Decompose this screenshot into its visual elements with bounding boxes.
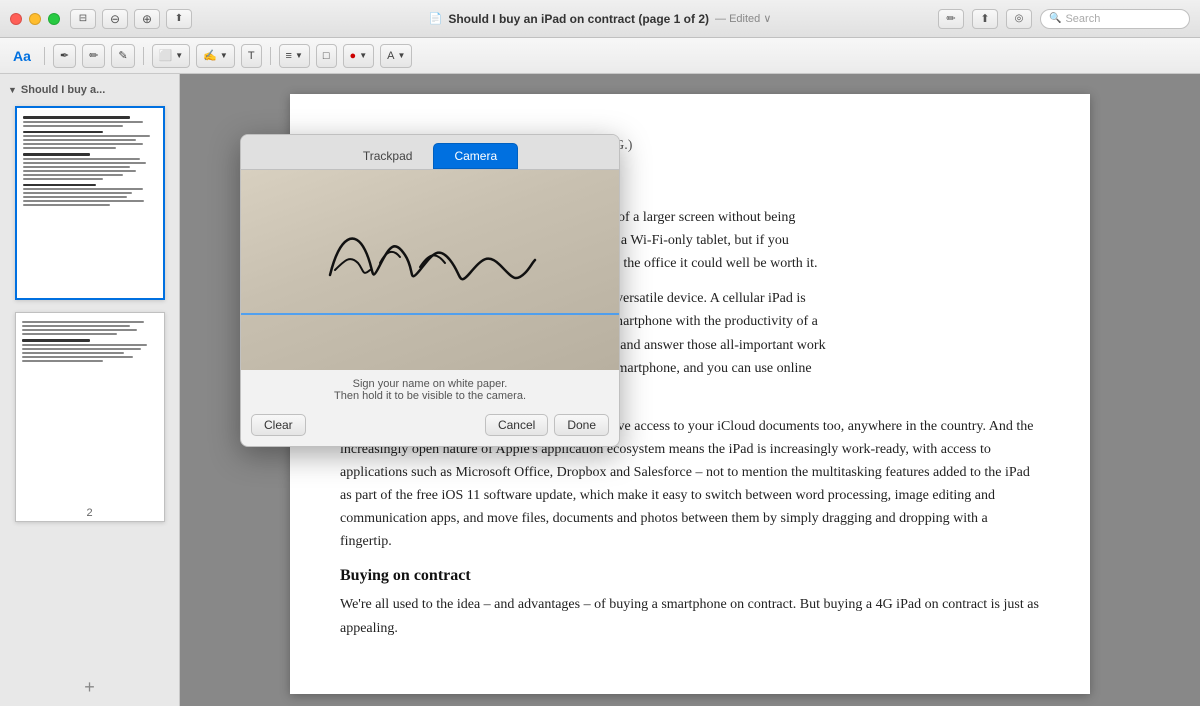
annotate-tool[interactable]: ✎ — [111, 44, 134, 68]
doc-area: tion your iPad will use if it cannot loc… — [180, 74, 1200, 706]
size-icon: A — [387, 50, 394, 62]
page-thumbnail-1[interactable] — [15, 106, 165, 300]
window-title: Should I buy an iPad on contract (page 1… — [448, 12, 709, 26]
cancel-button[interactable]: Cancel — [485, 414, 548, 436]
title-bar: ⊟ ⊖ ⊕ ⬆ 📄 Should I buy an iPad on contra… — [0, 0, 1200, 38]
sig-tabs: Trackpad Camera — [241, 135, 619, 170]
page-thumbnail-2[interactable]: 2 — [15, 312, 165, 522]
shape-tool[interactable]: □ — [316, 44, 337, 68]
doc-heading-contract: Buying on contract — [340, 567, 1040, 585]
add-page-button[interactable]: + — [84, 677, 95, 698]
paper-background — [241, 170, 619, 370]
title-bar-right: ✏ ⬆ ◎ 🔍 Search — [938, 9, 1190, 29]
signature-icon: ✍ — [203, 49, 217, 62]
sidebar-header: ▼ Should I buy a... — [4, 82, 175, 102]
document-icon: 📄 — [429, 12, 443, 25]
page-2-number: 2 — [16, 503, 164, 521]
stamp-dropdown-icon: ▼ — [175, 51, 183, 60]
signature-baseline — [241, 313, 619, 315]
pen-icon: ✒ — [60, 49, 69, 62]
search-box[interactable]: 🔍 Search — [1040, 9, 1190, 29]
done-button[interactable]: Done — [554, 414, 609, 436]
thumb-inner-1 — [17, 108, 163, 298]
camera-content — [241, 170, 619, 370]
sidebar-toggle-button[interactable]: ⊟ — [70, 9, 96, 29]
stamp-tool[interactable]: ⬜ ▼ — [152, 44, 191, 68]
airdrop-button[interactable]: ◎ — [1006, 9, 1032, 29]
sig-instructions: Sign your name on white paper. Then hold… — [241, 370, 619, 408]
align-icon: ≡ — [286, 50, 292, 62]
highlight-tool[interactable]: ✏ — [82, 44, 105, 68]
close-button[interactable] — [10, 13, 22, 25]
doc-para-4: We're all used to the idea – and advanta… — [340, 593, 1040, 639]
share-sheet-button[interactable]: ⬆ — [972, 9, 998, 29]
clear-button[interactable]: Clear — [251, 414, 306, 436]
toolbar-divider-1 — [44, 47, 45, 65]
size-tool[interactable]: A ▼ — [380, 44, 412, 68]
camera-tab[interactable]: Camera — [433, 143, 518, 169]
toolbar-divider-2 — [143, 47, 144, 65]
sidebar-collapse-icon[interactable]: ▼ — [8, 85, 17, 95]
align-dropdown-icon: ▼ — [295, 51, 303, 60]
toolbar-divider-3 — [270, 47, 271, 65]
color-dropdown-icon: ▼ — [359, 51, 367, 60]
align-tool[interactable]: ≡ ▼ — [279, 44, 310, 68]
sidebar-title: Should I buy a... — [21, 84, 105, 96]
signature-tool[interactable]: ✍ ▼ — [196, 44, 235, 68]
thumb-inner-2 — [16, 313, 164, 503]
size-dropdown-icon: ▼ — [397, 51, 405, 60]
zoom-out-button[interactable]: ⊖ — [102, 9, 128, 29]
signature-drawing — [320, 215, 540, 315]
traffic-lights — [10, 13, 60, 25]
text-tool[interactable]: T — [241, 44, 262, 68]
highlight-icon: ✏ — [89, 49, 98, 62]
signature-popup: Trackpad Camera — [240, 134, 620, 447]
shape-icon: □ — [323, 50, 330, 62]
stamp-icon: ⬜ — [159, 49, 173, 62]
color-tool[interactable]: ● ▼ — [343, 44, 375, 68]
color-icon: ● — [350, 50, 357, 62]
pen-tool[interactable]: ✒ — [53, 44, 76, 68]
pencil-button[interactable]: ✏ — [938, 9, 964, 29]
toolbar: Aa ✒ ✏ ✎ ⬜ ▼ ✍ ▼ T ≡ ▼ □ ● ▼ A ▼ — [0, 38, 1200, 74]
zoom-in-button[interactable]: ⊕ — [134, 9, 160, 29]
camera-view — [241, 170, 619, 370]
trackpad-tab[interactable]: Trackpad — [342, 143, 434, 169]
search-placeholder: Search — [1065, 13, 1100, 25]
maximize-button[interactable] — [48, 13, 60, 25]
sig-footer: Clear Cancel Done — [241, 408, 619, 446]
edited-label: — Edited ∨ — [715, 12, 771, 25]
font-label[interactable]: Aa — [8, 44, 36, 68]
minimize-button[interactable] — [29, 13, 41, 25]
sidebar: ▼ Should I buy a... — [0, 74, 180, 706]
search-icon: 🔍 — [1049, 13, 1061, 24]
share-button[interactable]: ⬆ — [166, 9, 192, 29]
sig-dropdown-icon: ▼ — [220, 51, 228, 60]
annotate-icon: ✎ — [118, 49, 127, 62]
title-bar-center: 📄 Should I buy an iPad on contract (page… — [429, 12, 772, 26]
main-area: ▼ Should I buy a... — [0, 74, 1200, 706]
text-icon: T — [248, 50, 255, 62]
